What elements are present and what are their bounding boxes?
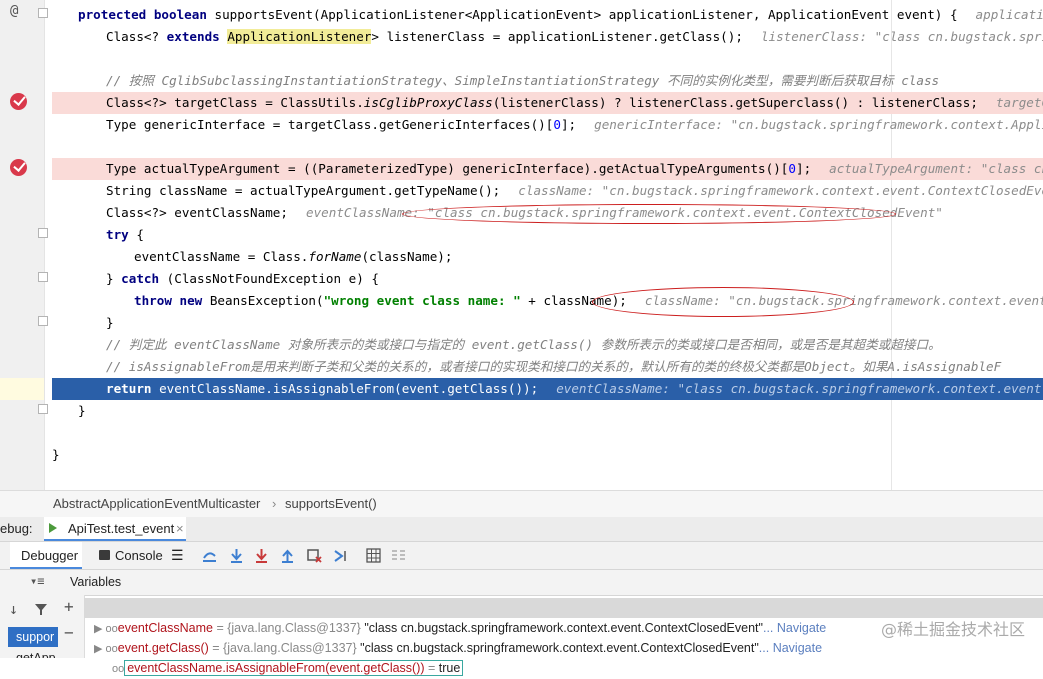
code-line[interactable]: } xyxy=(52,312,1043,334)
red-annotation-ellipse xyxy=(592,287,854,317)
fold-marker-icon[interactable] xyxy=(38,228,48,238)
editor-gutter[interactable] xyxy=(0,0,44,490)
close-icon[interactable]: × xyxy=(176,517,184,541)
current-execution-line[interactable]: return eventClassName.isAssignableFrom(e… xyxy=(52,378,1043,400)
fold-marker-icon[interactable] xyxy=(38,272,48,282)
code-line[interactable]: } catch (ClassNotFoundException e) { xyxy=(52,268,1043,290)
debug-session-name: ApiTest.test_event xyxy=(68,521,175,536)
frame-next[interactable]: getApp xyxy=(16,648,58,658)
code-line[interactable]: // 判定此 eventClassName 对象所表示的类或接口与指定的 eve… xyxy=(52,334,1043,356)
code-line[interactable]: throw new BeansException("wrong event cl… xyxy=(52,290,1043,312)
code-line[interactable]: try { xyxy=(52,224,1043,246)
red-annotation-ellipse xyxy=(402,204,896,224)
code-line[interactable]: // 按照 CglibSubclassingInstantiationStrat… xyxy=(52,70,1043,92)
highlighted-expression: eventClassName.isAssignableFrom(event.ge… xyxy=(124,660,464,676)
filter-icon[interactable] xyxy=(34,603,48,616)
fold-marker-icon[interactable] xyxy=(38,316,48,326)
console-icon xyxy=(99,550,110,560)
run-to-cursor-icon[interactable] xyxy=(333,548,348,563)
debug-label: ebug: xyxy=(0,521,33,536)
step-into-icon[interactable] xyxy=(254,548,269,563)
drop-frame-icon[interactable] xyxy=(307,548,322,563)
breakpoint-icon[interactable] xyxy=(10,159,27,176)
current-line-gutter xyxy=(0,378,44,400)
code-line[interactable]: String className = actualTypeArgument.ge… xyxy=(52,180,1043,202)
layout-settings-icon[interactable] xyxy=(391,548,406,563)
breadcrumb: AbstractApplicationEventMulticaster › su… xyxy=(0,490,1043,518)
step-over-icon[interactable] xyxy=(229,548,244,563)
fold-marker-icon[interactable] xyxy=(38,404,48,414)
step-out-icon[interactable] xyxy=(280,548,295,563)
tab-debugger-label: Debugger xyxy=(21,548,79,563)
inline-value-hint: genericInterface: "cn.bugstack.springfra… xyxy=(594,117,1043,132)
variables-title: Variables xyxy=(70,575,122,589)
breakpoint-line[interactable]: Type actualTypeArgument = ((Parameterize… xyxy=(52,158,1043,180)
code-line[interactable]: Type genericInterface = targetClass.getG… xyxy=(52,114,1043,136)
variable-row[interactable]: ▶ ooeventClassName = {java.lang.Class@13… xyxy=(84,598,1043,635)
fold-marker-icon[interactable] xyxy=(38,8,48,18)
watermark: @稀土掘金技术社区 xyxy=(880,620,1025,639)
code-line[interactable]: Class<? extends ApplicationListener> lis… xyxy=(52,26,1043,48)
show-execution-point-icon[interactable] xyxy=(202,548,217,563)
frame-selected[interactable]: suppor xyxy=(8,627,58,647)
variables-side-toolbar: + − xyxy=(58,595,85,658)
evaluate-expression-icon[interactable] xyxy=(366,548,381,563)
breadcrumb-method[interactable]: supportsEvent() xyxy=(285,491,377,517)
inline-value-hint: className: "cn.bugstack.springframework.… xyxy=(518,183,1043,198)
inline-value-hint: actualTypeArgument: "class cn.bugstack. xyxy=(829,161,1043,176)
code-line[interactable]: protected boolean supportsEvent(Applicat… xyxy=(52,4,1043,26)
inline-value-hint: listenerClass: "class cn.bugstack.spring… xyxy=(760,29,1043,44)
remove-watch-icon[interactable]: − xyxy=(64,623,74,642)
code-line[interactable]: eventClassName = Class.forName(className… xyxy=(52,246,1043,268)
debug-session-bar: ebug: ApiTest.test_event × xyxy=(0,517,1043,542)
inline-value-hint: applicationListener: xyxy=(975,7,1043,22)
breakpoint-line[interactable]: Class<?> targetClass = ClassUtils.isCgli… xyxy=(52,92,1043,114)
code-line[interactable]: } xyxy=(52,400,1043,422)
add-watch-icon[interactable]: + xyxy=(64,597,74,616)
down-arrow-icon[interactable]: ↓ xyxy=(9,600,18,618)
breadcrumb-class[interactable]: AbstractApplicationEventMulticaster xyxy=(53,491,260,517)
debugger-toolbar: Debugger Console ☰ xyxy=(0,542,1043,570)
code-editor[interactable]: @ protected boolean supportsEvent(Applic… xyxy=(0,0,1043,490)
highlighted-symbol: ApplicationListener xyxy=(227,29,372,44)
run-config-icon xyxy=(49,523,57,533)
frames-panel[interactable]: ▾≡ ↓ suppor getApp xyxy=(0,570,59,658)
code-line[interactable]: // isAssignableFrom是用来判断子类和父类的关系的，或者接口的实… xyxy=(52,356,1043,378)
override-at-icon[interactable]: @ xyxy=(10,3,18,19)
tab-console[interactable]: Console xyxy=(115,542,163,569)
frames-filter-icon[interactable]: ▾≡ xyxy=(30,574,44,588)
menu-icon[interactable]: ☰ xyxy=(171,542,184,569)
breakpoint-icon[interactable] xyxy=(10,93,27,110)
breadcrumb-separator: › xyxy=(272,496,277,511)
inline-value-hint: eventClassName: "class cn.bugstack.sprin… xyxy=(556,381,1043,396)
code-line[interactable]: } xyxy=(52,444,1043,466)
variables-header: Variables xyxy=(58,570,1043,596)
variable-row[interactable]: oo eventClassName.isAssignableFrom(event.… xyxy=(84,638,1043,676)
inline-value-hint: targetClass: "cla xyxy=(995,95,1043,110)
watch-glasses-icon: oo xyxy=(111,663,125,675)
